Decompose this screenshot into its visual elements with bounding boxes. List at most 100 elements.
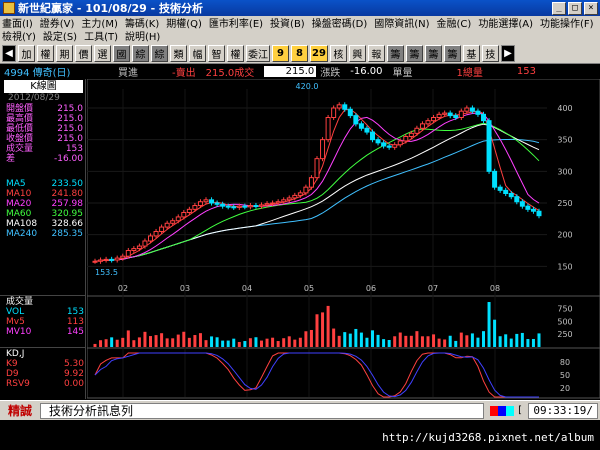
toolbar-button[interactable]: ◀: [2, 45, 16, 62]
toolbar-button[interactable]: 核: [329, 45, 347, 62]
stock-name[interactable]: 4994 傳奇(日): [4, 64, 84, 79]
indicator-value: 9.92: [63, 369, 84, 379]
candle-body: [370, 131, 375, 141]
candle-body: [331, 107, 337, 118]
volume-bar: [420, 336, 424, 347]
volume-bar: [226, 340, 230, 347]
candle-body: [98, 259, 104, 262]
candle-body: [386, 145, 392, 148]
menu-item[interactable]: 操盤密碼(D): [312, 15, 368, 30]
menu-item[interactable]: 設定(S): [43, 28, 77, 43]
volume-bar: [515, 333, 519, 347]
kline-label[interactable]: K線圖: [4, 80, 83, 93]
volume-bar: [487, 302, 491, 347]
toolbar-button[interactable]: 類: [170, 45, 187, 62]
menu-item[interactable]: 投資(B): [270, 15, 305, 30]
menu-item[interactable]: 功能選擇(A): [478, 15, 533, 30]
menu-item[interactable]: 功能操作(F): [540, 15, 594, 30]
technical-chart[interactable]: 150 200 250 300 350 400 02 03 04 05 06 07 08 420.0 153…: [87, 79, 600, 399]
indicator-row: MA108 328.66: [0, 219, 85, 229]
menu-item[interactable]: 期權(Q): [166, 15, 202, 30]
toolbar-button[interactable]: 籌: [386, 45, 404, 62]
status-indicator: [490, 405, 515, 416]
volume-bar: [343, 332, 347, 347]
indicator-value: 215.0: [57, 124, 83, 134]
toolbar-button[interactable]: 加: [18, 45, 35, 62]
close-button[interactable]: ×: [584, 1, 598, 15]
toolbar-button[interactable]: 綜: [132, 45, 149, 62]
volume-bar: [382, 339, 386, 347]
indicator-label: 最低價: [6, 124, 34, 134]
volume-bar: [371, 330, 374, 347]
menu-item[interactable]: 說明(H): [125, 28, 160, 43]
toolbar-button[interactable]: 權: [37, 45, 54, 62]
status-message: 技術分析訊息列: [40, 402, 485, 419]
toolbar-button[interactable]: 委江: [246, 45, 270, 62]
candle-body: [403, 136, 409, 142]
chart-canvas[interactable]: 15020025030035040002 03 04 05 06 07 08420.0153…: [87, 79, 600, 399]
menu-item[interactable]: 金融(C): [437, 15, 472, 30]
volume-bar: [493, 319, 497, 347]
menu-item[interactable]: 檢視(Y): [2, 28, 36, 43]
volume-bar: [326, 305, 330, 347]
candle-body: [469, 107, 475, 112]
volume-bar: [393, 336, 397, 347]
toolbar-button[interactable]: 技: [481, 45, 499, 62]
volume-bar: [248, 338, 252, 347]
indicator-label: MA240: [6, 229, 38, 239]
indicator-row: D9 9.92: [0, 369, 86, 379]
toolbar-button[interactable]: 智: [208, 45, 225, 62]
candle-body: [431, 117, 437, 122]
volume-bar: [171, 338, 175, 347]
toolbar-button[interactable]: 報: [367, 45, 385, 62]
volume-bar: [149, 336, 152, 347]
toolbar-button[interactable]: 權: [227, 45, 244, 62]
toolbar-button[interactable]: 國: [113, 45, 130, 62]
toolbar-button[interactable]: 29: [310, 45, 328, 62]
toolbar-button[interactable]: 籌: [405, 45, 423, 62]
toolbar-button[interactable]: 期: [56, 45, 73, 62]
toolbar-button[interactable]: 籌: [424, 45, 442, 62]
indicator-row: VOL 153: [0, 307, 86, 317]
indicator-row: 收盤價 215.0: [0, 134, 85, 144]
menu-item[interactable]: 工具(T): [84, 28, 118, 43]
minimize-button[interactable]: _: [552, 1, 566, 15]
kd-list: K9 5.30 D9 9.92 RSV9 0.00: [0, 359, 86, 389]
toolbar-button[interactable]: 綜: [151, 45, 168, 62]
candle-body: [236, 205, 242, 208]
candle-body: [297, 192, 303, 196]
toolbar-button[interactable]: 價: [75, 45, 92, 62]
toolbar-button[interactable]: 興: [348, 45, 366, 62]
toolbar-button[interactable]: 幅: [189, 45, 206, 62]
indicator-value: 257.98: [51, 199, 84, 209]
toolbar-button[interactable]: 9: [272, 45, 289, 62]
volume-bar: [337, 335, 341, 347]
menu-item[interactable]: 國際資訊(N): [374, 15, 429, 30]
candle-body: [492, 170, 498, 188]
volume-bar: [271, 337, 275, 347]
y-tick-label: 150: [557, 262, 572, 271]
indicator-label: VOL: [6, 307, 25, 317]
toolbar-button[interactable]: ▶: [500, 45, 515, 62]
candle-body: [497, 186, 503, 191]
volume-bar: [126, 330, 130, 347]
candle-body: [136, 245, 142, 250]
candle-body: [220, 203, 226, 207]
indicator-label: 收盤價: [6, 134, 34, 144]
volume-bar: [437, 338, 441, 347]
volume-bar: [482, 331, 485, 347]
toolbar-button[interactable]: 籌: [443, 45, 461, 62]
menu-item[interactable]: 匯市利率(E): [209, 15, 263, 30]
volume-bar: [110, 337, 114, 347]
candle-body: [353, 115, 359, 125]
candle-body: [209, 199, 215, 204]
volume-tick-label: 750: [557, 305, 572, 314]
candle-body: [114, 257, 120, 261]
toolbar-button[interactable]: 基: [462, 45, 480, 62]
toolbar-button[interactable]: 8: [291, 45, 308, 62]
indicator-row: 最低價 215.0: [0, 124, 85, 134]
toolbar-button[interactable]: 選: [94, 45, 111, 62]
volume-bar: [293, 339, 297, 347]
volume-bar: [537, 333, 541, 347]
maximize-button[interactable]: □: [568, 1, 582, 15]
